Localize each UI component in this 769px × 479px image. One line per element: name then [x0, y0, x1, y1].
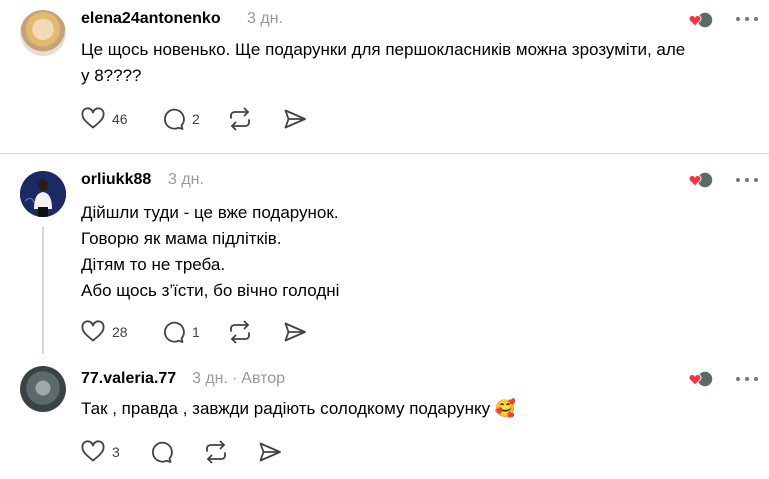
author-tag: Автор — [241, 370, 286, 387]
comment-text-line: Або щось з’їсти, бо вічно голодні — [81, 281, 340, 300]
comment-icon — [164, 108, 185, 130]
avatar[interactable] — [20, 171, 66, 217]
more-horizontal-icon — [736, 178, 740, 182]
avatar[interactable] — [20, 10, 66, 56]
comment-icon — [152, 441, 173, 463]
send-icon — [284, 109, 306, 129]
reply-button[interactable] — [148, 439, 174, 465]
thread-line — [42, 227, 44, 354]
liked-by-author-badge — [688, 370, 714, 388]
share-button[interactable] — [282, 319, 308, 345]
comment-text-line: Дітям то не треба. — [81, 255, 226, 274]
like-count: 46 — [112, 111, 128, 127]
reply-button[interactable]: 2 — [160, 106, 200, 132]
heart-icon — [81, 440, 105, 462]
more-options-button[interactable] — [736, 15, 758, 23]
like-button[interactable]: 3 — [80, 439, 120, 465]
like-count: 28 — [112, 324, 128, 340]
separator-dot: · — [231, 370, 238, 387]
repost-icon — [230, 107, 250, 131]
comment-text-line: у 8???? — [81, 66, 142, 85]
username[interactable]: 77.valeria.77 — [81, 370, 176, 388]
share-button[interactable] — [257, 439, 283, 465]
comment-text-line: Це щось новенько. Ще подарунки для першо… — [81, 40, 686, 59]
avatar-image — [20, 171, 66, 217]
comment-text-line: Дійшли туди - це вже подарунок. — [81, 203, 339, 222]
reply-count: 1 — [192, 324, 200, 340]
post-meta: 3 дн. · Автор — [192, 370, 285, 388]
comment-3: 77.valeria.77 3 дн. · Автор Так , правда ,… — [0, 354, 769, 479]
liked-by-author-badge — [688, 171, 714, 189]
like-button[interactable]: 28 — [80, 319, 128, 345]
share-button[interactable] — [282, 106, 308, 132]
avatar[interactable] — [20, 366, 66, 412]
timestamp[interactable]: 3 дн. — [192, 370, 228, 387]
send-icon — [284, 322, 306, 342]
comment-text-line: Говорю як мама підлітків. — [81, 229, 282, 248]
like-count: 3 — [112, 444, 120, 460]
username[interactable]: elena24antonenko — [81, 10, 221, 28]
reply-button[interactable]: 1 — [160, 319, 200, 345]
timestamp[interactable]: 3 дн. — [247, 10, 283, 28]
comment-icon — [164, 321, 185, 343]
comment-2: orliukk88 3 дн. Дійшли туди - це вже под… — [0, 154, 769, 354]
comment-text: Так , правда , завжди радіють солодкому … — [81, 396, 516, 422]
reply-count: 2 — [192, 111, 200, 127]
send-icon — [259, 442, 281, 462]
liked-by-author-badge — [688, 11, 714, 29]
more-horizontal-icon — [736, 377, 740, 381]
repost-button[interactable] — [227, 106, 253, 132]
heart-icon — [81, 320, 105, 342]
more-options-button[interactable] — [736, 176, 758, 184]
like-button[interactable]: 46 — [80, 106, 128, 132]
repost-button[interactable] — [203, 439, 229, 465]
repost-icon — [206, 440, 226, 464]
heart-icon — [81, 107, 105, 129]
repost-button[interactable] — [227, 319, 253, 345]
comment-text: Це щось новенько. Ще подарунки для першо… — [81, 37, 685, 89]
repost-icon — [230, 320, 250, 344]
more-horizontal-icon — [736, 17, 740, 21]
comment-1: elena24antonenko 3 дн. Це щось новенько.… — [0, 0, 769, 153]
more-options-button[interactable] — [736, 375, 758, 383]
timestamp[interactable]: 3 дн. — [168, 171, 204, 189]
comment-text-line: Так , правда , завжди радіють солодкому … — [81, 399, 517, 418]
username[interactable]: orliukk88 — [81, 171, 151, 189]
comment-text: Дійшли туди - це вже подарунок. Говорю я… — [81, 200, 339, 304]
